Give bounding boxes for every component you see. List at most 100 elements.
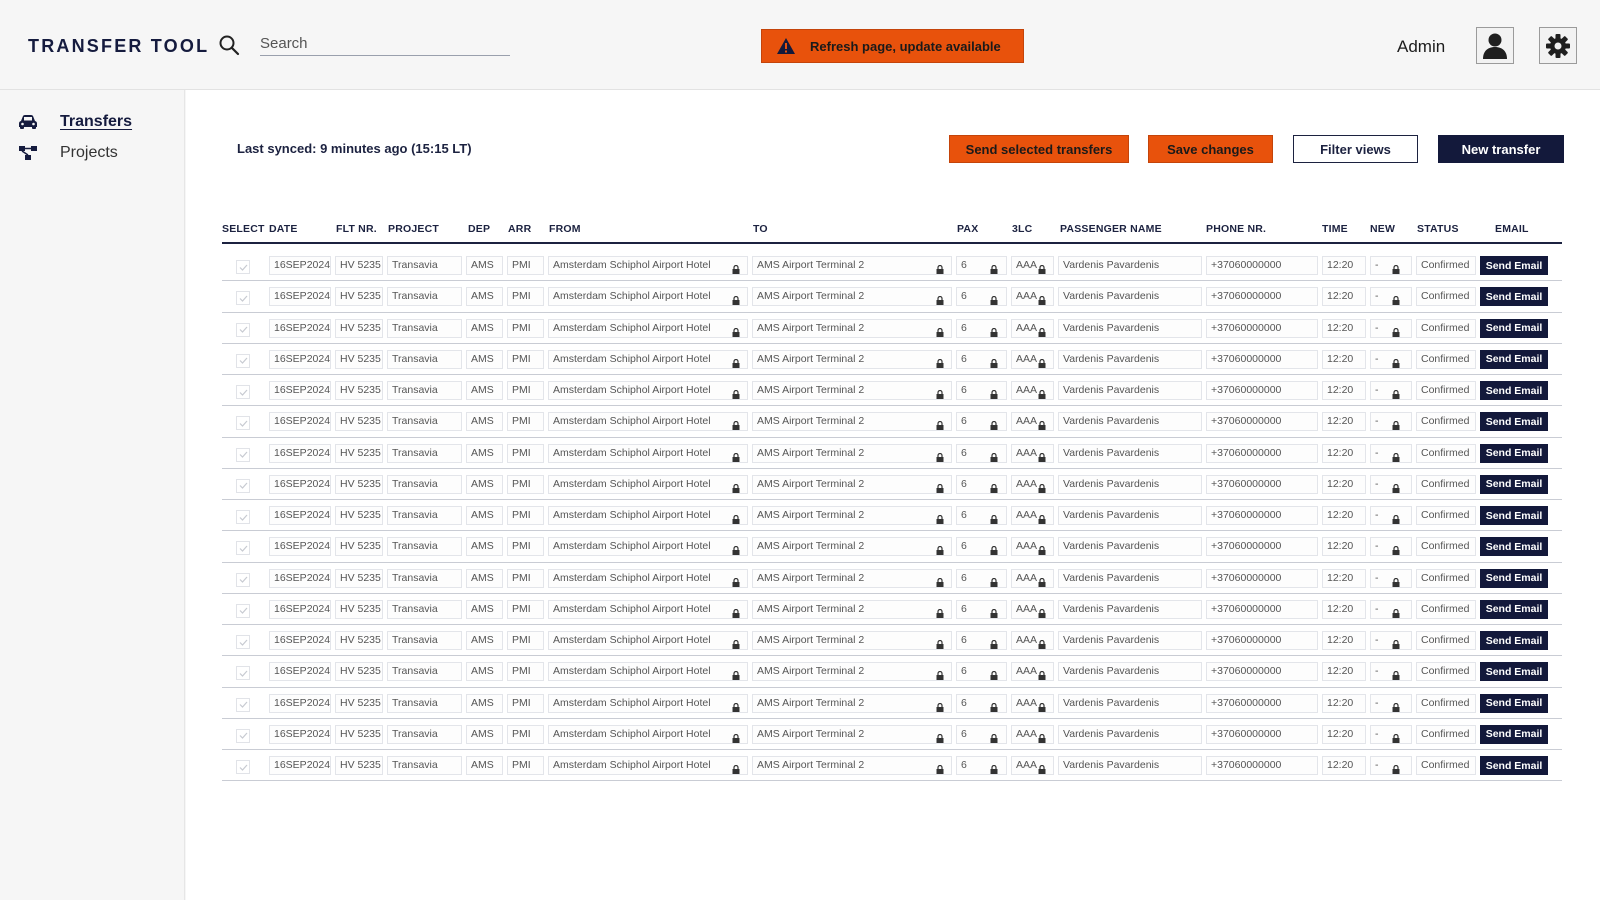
pax-cell[interactable]: 6 xyxy=(956,506,1007,525)
status-cell[interactable]: Confirmed xyxy=(1416,693,1476,713)
pax-cell[interactable]: 6 xyxy=(956,724,1007,744)
send-email-button[interactable]: Send Email xyxy=(1480,599,1548,619)
dep-cell[interactable]: AMS xyxy=(466,537,503,557)
arr-cell[interactable]: PMI xyxy=(507,443,544,463)
phone-cell[interactable]: +37060000000 xyxy=(1206,693,1318,713)
to-cell[interactable]: AMS Airport Terminal 2 xyxy=(752,287,952,307)
lc-cell[interactable]: AAA xyxy=(1011,693,1054,713)
to-cell[interactable]: AMS Airport Terminal 2 xyxy=(752,693,952,713)
flight-cell[interactable]: HV 5235 xyxy=(335,693,383,713)
pax-cell[interactable]: 6 xyxy=(956,287,1007,307)
date-cell[interactable]: 16SEP2024 xyxy=(269,724,331,744)
time-cell[interactable]: 12:20 xyxy=(1322,381,1366,400)
to-cell[interactable]: AMS Airport Terminal 2 xyxy=(752,537,952,557)
lc-cell[interactable]: AAA xyxy=(1011,349,1054,369)
date-cell[interactable]: 16SEP2024 xyxy=(269,756,331,775)
pax-cell[interactable]: 6 xyxy=(956,474,1007,494)
time-cell[interactable]: 12:20 xyxy=(1322,693,1366,713)
passenger-cell[interactable]: Vardenis Pavardenis xyxy=(1058,599,1202,619)
send-email-button[interactable]: Send Email xyxy=(1480,318,1548,338)
new-cell[interactable]: - xyxy=(1370,599,1412,619)
from-cell[interactable]: Amsterdam Schiphol Airport Hotel xyxy=(548,724,748,744)
to-cell[interactable]: AMS Airport Terminal 2 xyxy=(752,662,952,682)
lc-cell[interactable]: AAA xyxy=(1011,318,1054,338)
row-select-checkbox[interactable] xyxy=(236,541,250,556)
pax-cell[interactable]: 6 xyxy=(956,256,1007,275)
new-cell[interactable]: - xyxy=(1370,256,1412,275)
to-cell[interactable]: AMS Airport Terminal 2 xyxy=(752,506,952,525)
phone-cell[interactable]: +37060000000 xyxy=(1206,474,1318,494)
to-cell[interactable]: AMS Airport Terminal 2 xyxy=(752,599,952,619)
date-cell[interactable]: 16SEP2024 xyxy=(269,381,331,400)
status-cell[interactable]: Confirmed xyxy=(1416,381,1476,400)
phone-cell[interactable]: +37060000000 xyxy=(1206,724,1318,744)
to-cell[interactable]: AMS Airport Terminal 2 xyxy=(752,724,952,744)
flight-cell[interactable]: HV 5235 xyxy=(335,443,383,463)
pax-cell[interactable]: 6 xyxy=(956,443,1007,463)
status-cell[interactable]: Confirmed xyxy=(1416,412,1476,432)
dep-cell[interactable]: AMS xyxy=(466,287,503,307)
send-email-button[interactable]: Send Email xyxy=(1480,631,1548,650)
project-cell[interactable]: Transavia xyxy=(387,412,462,432)
new-cell[interactable]: - xyxy=(1370,537,1412,557)
new-cell[interactable]: - xyxy=(1370,662,1412,682)
phone-cell[interactable]: +37060000000 xyxy=(1206,349,1318,369)
time-cell[interactable]: 12:20 xyxy=(1322,599,1366,619)
to-cell[interactable]: AMS Airport Terminal 2 xyxy=(752,349,952,369)
project-cell[interactable]: Transavia xyxy=(387,599,462,619)
lc-cell[interactable]: AAA xyxy=(1011,256,1054,275)
row-select-checkbox[interactable] xyxy=(236,666,250,681)
new-cell[interactable]: - xyxy=(1370,506,1412,525)
column-header-select[interactable]: SELECT xyxy=(222,223,265,235)
row-select-checkbox[interactable] xyxy=(236,447,250,462)
status-cell[interactable]: Confirmed xyxy=(1416,318,1476,338)
passenger-cell[interactable]: Vardenis Pavardenis xyxy=(1058,256,1202,275)
from-cell[interactable]: Amsterdam Schiphol Airport Hotel xyxy=(548,568,748,588)
time-cell[interactable]: 12:20 xyxy=(1322,474,1366,494)
date-cell[interactable]: 16SEP2024 xyxy=(269,474,331,494)
status-cell[interactable]: Confirmed xyxy=(1416,256,1476,275)
phone-cell[interactable]: +37060000000 xyxy=(1206,506,1318,525)
from-cell[interactable]: Amsterdam Schiphol Airport Hotel xyxy=(548,756,748,775)
new-cell[interactable]: - xyxy=(1370,381,1412,400)
new-transfer-button[interactable]: New transfer xyxy=(1438,135,1564,163)
time-cell[interactable]: 12:20 xyxy=(1322,662,1366,682)
passenger-cell[interactable]: Vardenis Pavardenis xyxy=(1058,381,1202,400)
flight-cell[interactable]: HV 5235 xyxy=(335,599,383,619)
from-cell[interactable]: Amsterdam Schiphol Airport Hotel xyxy=(548,693,748,713)
flight-cell[interactable]: HV 5235 xyxy=(335,568,383,588)
row-select-checkbox[interactable] xyxy=(236,260,250,274)
arr-cell[interactable]: PMI xyxy=(507,756,544,775)
passenger-cell[interactable]: Vardenis Pavardenis xyxy=(1058,724,1202,744)
lc-cell[interactable]: AAA xyxy=(1011,443,1054,463)
project-cell[interactable]: Transavia xyxy=(387,693,462,713)
passenger-cell[interactable]: Vardenis Pavardenis xyxy=(1058,568,1202,588)
row-select-checkbox[interactable] xyxy=(236,416,250,431)
row-select-checkbox[interactable] xyxy=(236,353,250,368)
passenger-cell[interactable]: Vardenis Pavardenis xyxy=(1058,474,1202,494)
phone-cell[interactable]: +37060000000 xyxy=(1206,381,1318,400)
project-cell[interactable]: Transavia xyxy=(387,349,462,369)
dep-cell[interactable]: AMS xyxy=(466,412,503,432)
new-cell[interactable]: - xyxy=(1370,693,1412,713)
passenger-cell[interactable]: Vardenis Pavardenis xyxy=(1058,412,1202,432)
from-cell[interactable]: Amsterdam Schiphol Airport Hotel xyxy=(548,349,748,369)
row-select-checkbox[interactable] xyxy=(236,697,250,712)
new-cell[interactable]: - xyxy=(1370,724,1412,744)
send-email-button[interactable]: Send Email xyxy=(1480,474,1548,494)
arr-cell[interactable]: PMI xyxy=(507,631,544,650)
arr-cell[interactable]: PMI xyxy=(507,412,544,432)
settings-button[interactable] xyxy=(1539,27,1577,64)
new-cell[interactable]: - xyxy=(1370,474,1412,494)
row-select-checkbox[interactable] xyxy=(236,635,250,649)
date-cell[interactable]: 16SEP2024 xyxy=(269,318,331,338)
date-cell[interactable]: 16SEP2024 xyxy=(269,287,331,307)
status-cell[interactable]: Confirmed xyxy=(1416,568,1476,588)
project-cell[interactable]: Transavia xyxy=(387,381,462,400)
time-cell[interactable]: 12:20 xyxy=(1322,443,1366,463)
update-alert-banner[interactable]: Refresh page, update available xyxy=(761,29,1024,63)
to-cell[interactable]: AMS Airport Terminal 2 xyxy=(752,412,952,432)
column-header-status[interactable]: STATUS xyxy=(1417,223,1459,235)
flight-cell[interactable]: HV 5235 xyxy=(335,724,383,744)
phone-cell[interactable]: +37060000000 xyxy=(1206,318,1318,338)
